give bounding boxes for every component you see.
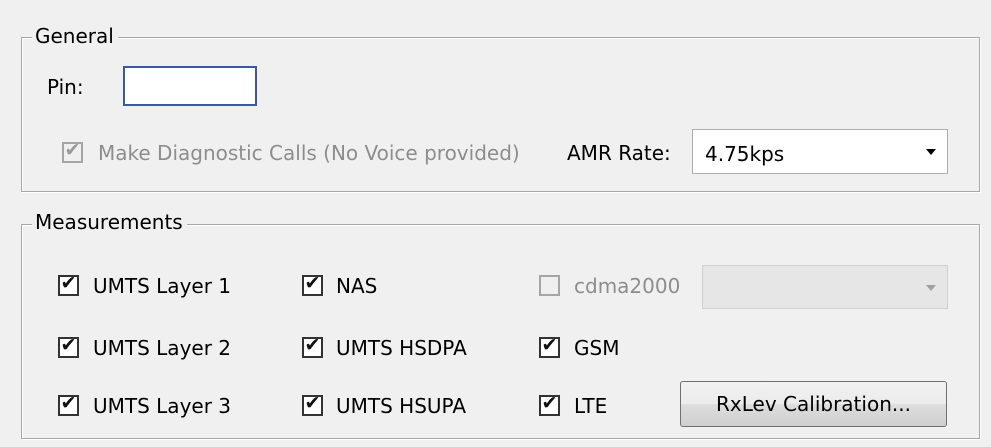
check-icon: ✔: [304, 392, 321, 414]
amr-rate-label: AMR Rate:: [567, 141, 671, 165]
lte-checkbox[interactable]: ✔: [539, 392, 560, 416]
umts-layer-3-checkbox[interactable]: ✔: [58, 392, 79, 416]
general-group-title: General: [32, 24, 118, 48]
umts-hsdpa-checkbox[interactable]: ✔: [302, 334, 323, 358]
amr-rate-select[interactable]: 4.75kps: [692, 129, 948, 174]
pin-label: Pin:: [47, 75, 84, 99]
nas-label: NAS: [336, 274, 378, 298]
cdma2000-select[interactable]: [702, 265, 948, 309]
check-icon: ✔: [64, 139, 81, 161]
pin-input[interactable]: [123, 66, 257, 106]
measurements-group-title: Measurements: [32, 210, 187, 234]
lte-label: LTE: [574, 394, 608, 418]
check-icon: ✔: [60, 392, 77, 414]
check-icon: ✔: [304, 272, 321, 294]
umts-layer-2-label: UMTS Layer 2: [93, 336, 232, 360]
chevron-down-icon: [926, 285, 936, 291]
umts-hsupa-checkbox[interactable]: ✔: [302, 392, 323, 416]
gsm-checkbox[interactable]: ✔: [539, 334, 560, 358]
umts-hsdpa-label: UMTS HSDPA: [336, 336, 467, 360]
cdma2000-checkbox[interactable]: [539, 275, 560, 296]
umts-layer-3-label: UMTS Layer 3: [93, 394, 232, 418]
check-icon: ✔: [304, 334, 321, 356]
cdma2000-label: cdma2000: [574, 274, 681, 298]
amr-rate-value: 4.75kps: [705, 142, 785, 166]
make-diagnostic-calls-checkbox[interactable]: ✔: [62, 139, 83, 163]
umts-layer-1-label: UMTS Layer 1: [93, 274, 232, 298]
check-icon: ✔: [541, 334, 558, 356]
make-diagnostic-calls-label: Make Diagnostic Calls (No Voice provided…: [98, 141, 520, 165]
nas-checkbox[interactable]: ✔: [302, 272, 323, 296]
check-icon: ✔: [541, 392, 558, 414]
umts-layer-1-checkbox[interactable]: ✔: [58, 272, 79, 296]
check-icon: ✔: [60, 334, 77, 356]
umts-hsupa-label: UMTS HSUPA: [336, 394, 466, 418]
rxlev-calibration-button[interactable]: RxLev Calibration...: [680, 381, 947, 427]
umts-layer-2-checkbox[interactable]: ✔: [58, 334, 79, 358]
gsm-label: GSM: [574, 336, 620, 360]
chevron-down-icon: [926, 149, 936, 155]
check-icon: ✔: [60, 272, 77, 294]
